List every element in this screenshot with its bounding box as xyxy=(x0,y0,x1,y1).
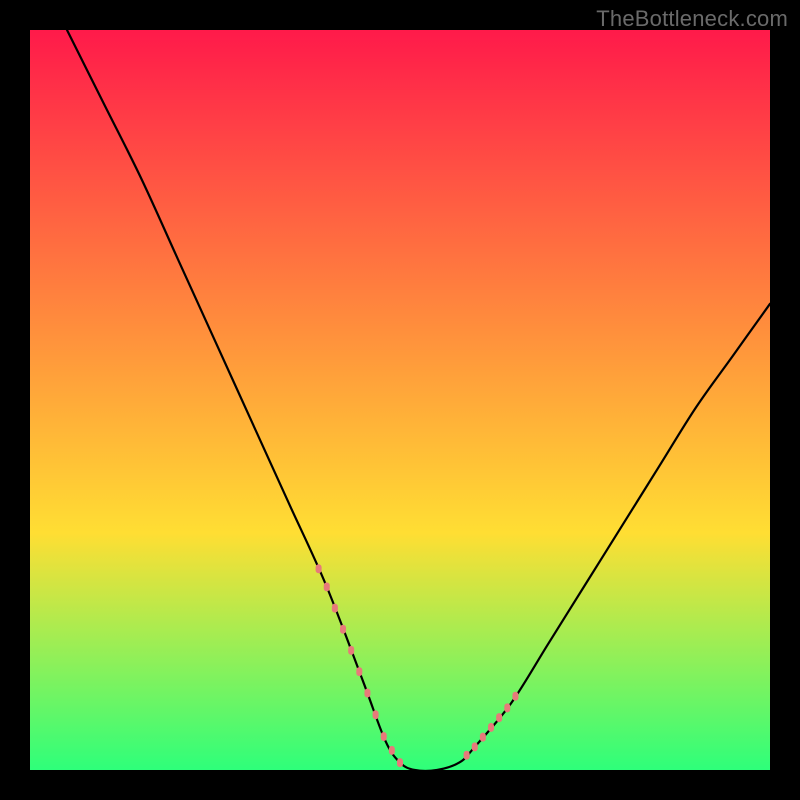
marker-dot xyxy=(397,758,403,767)
marker-dot xyxy=(316,564,322,573)
marker-dot xyxy=(332,604,338,613)
marker-dot xyxy=(324,582,330,591)
marker-dot xyxy=(488,723,494,732)
marker-dot xyxy=(348,646,354,655)
chart-frame: TheBottleneck.com xyxy=(0,0,800,800)
marker-dot xyxy=(381,732,387,741)
marker-dot xyxy=(340,625,346,634)
marker-dot xyxy=(389,746,395,755)
marker-dot xyxy=(464,751,470,760)
marker-dot xyxy=(496,713,502,722)
marker-dot xyxy=(480,733,486,742)
marker-dot xyxy=(504,703,510,712)
chart-svg xyxy=(30,30,770,770)
watermark-text: TheBottleneck.com xyxy=(596,6,788,32)
marker-dot xyxy=(472,742,478,751)
marker-dot xyxy=(364,689,370,698)
gradient-background xyxy=(30,30,770,770)
marker-dot xyxy=(373,710,379,719)
marker-dot xyxy=(512,692,518,701)
plot-area xyxy=(30,30,770,770)
marker-dot xyxy=(356,667,362,676)
